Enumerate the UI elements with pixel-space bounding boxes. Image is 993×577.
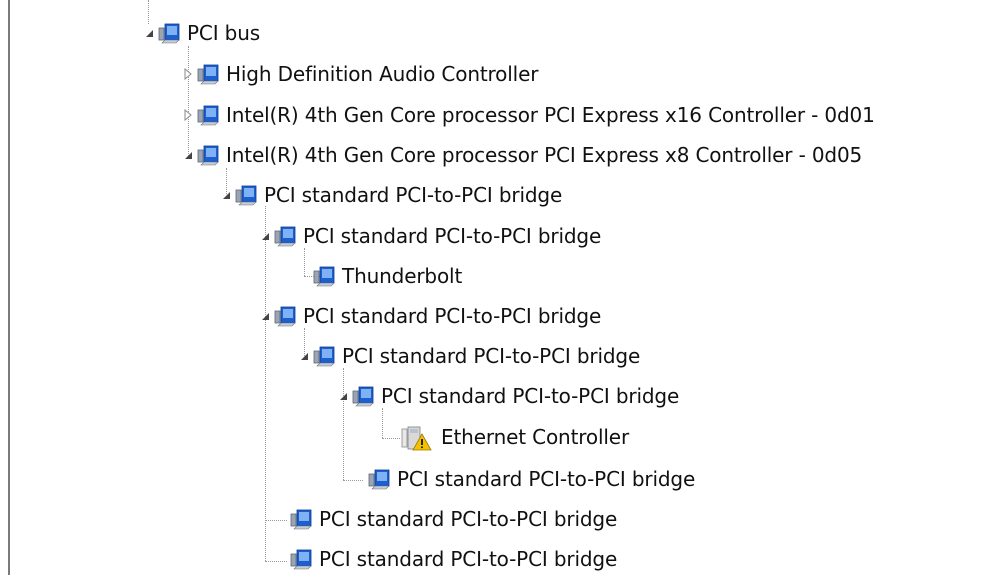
pci-device-icon: [313, 345, 335, 367]
tree-line: [265, 561, 287, 562]
collapsed-arrow-icon[interactable]: [181, 97, 195, 133]
tree-node-label: Ethernet Controller: [441, 425, 630, 449]
tree-node-label: PCI standard PCI-to-PCI bridge: [342, 344, 641, 368]
expanded-arrow-icon[interactable]: [297, 338, 311, 374]
tree-node-label: PCI standard PCI-to-PCI bridge: [303, 224, 602, 248]
tree-line: [382, 438, 400, 439]
pci-device-icon: [274, 305, 296, 327]
tree-line: [265, 520, 287, 521]
tree-node-pci-bridge[interactable]: PCI standard PCI-to-PCI bridge: [297, 338, 640, 374]
tree-node-thunderbolt[interactable]: Thunderbolt: [313, 258, 462, 294]
tree-line: [265, 206, 266, 561]
tree-node-pcie-x16-controller[interactable]: Intel(R) 4th Gen Core processor PCI Expr…: [181, 97, 875, 133]
tree-node-label: PCI standard PCI-to-PCI bridge: [319, 507, 618, 531]
tree-node-pci-bridge[interactable]: PCI standard PCI-to-PCI bridge: [290, 501, 617, 537]
pci-device-icon: [158, 22, 180, 44]
pci-device-icon: [197, 104, 219, 126]
tree-node-pci-bridge[interactable]: PCI standard PCI-to-PCI bridge: [336, 378, 679, 414]
tree-node-label: Thunderbolt: [342, 264, 463, 288]
expanded-arrow-icon[interactable]: [142, 15, 156, 51]
tree-node-label: PCI bus: [187, 21, 261, 45]
tree-node-label: Intel(R) 4th Gen Core processor PCI Expr…: [226, 143, 863, 167]
tree-node-pci-bus[interactable]: PCI bus: [142, 15, 260, 51]
expanded-arrow-icon[interactable]: [181, 137, 195, 173]
tree-node-label: Intel(R) 4th Gen Core processor PCI Expr…: [226, 103, 875, 127]
tree-node-pci-bridge[interactable]: PCI standard PCI-to-PCI bridge: [258, 298, 601, 334]
pci-device-icon: [352, 385, 374, 407]
tree-node-label: PCI standard PCI-to-PCI bridge: [303, 304, 602, 328]
tree-node-hd-audio-controller[interactable]: High Definition Audio Controller: [181, 56, 538, 92]
tree-node-pci-bridge[interactable]: PCI standard PCI-to-PCI bridge: [290, 541, 617, 577]
tree-node-label: PCI standard PCI-to-PCI bridge: [397, 467, 696, 491]
tree-node-label: PCI standard PCI-to-PCI bridge: [319, 547, 618, 571]
tree-node-ethernet-controller[interactable]: Ethernet Controller: [400, 419, 629, 455]
pci-device-icon: [290, 508, 312, 530]
expanded-arrow-icon[interactable]: [258, 298, 272, 334]
tree-line: [343, 480, 363, 481]
pci-device-icon: [368, 468, 390, 490]
pci-device-icon: [290, 548, 312, 570]
tree-node-pci-bridge[interactable]: PCI standard PCI-to-PCI bridge: [258, 218, 601, 254]
tree-node-label: High Definition Audio Controller: [226, 62, 539, 86]
tree-node-pcie-x8-controller[interactable]: Intel(R) 4th Gen Core processor PCI Expr…: [181, 137, 862, 173]
device-tree: PCI bus High Definition Audio Controller…: [0, 0, 993, 575]
tree-node-label: PCI standard PCI-to-PCI bridge: [381, 384, 680, 408]
pci-device-icon: [197, 63, 219, 85]
unknown-device-warning-icon: [400, 426, 434, 451]
pci-device-icon: [313, 265, 335, 287]
collapsed-arrow-icon[interactable]: [181, 56, 195, 92]
tree-node-pci-bridge[interactable]: PCI standard PCI-to-PCI bridge: [368, 461, 695, 497]
expanded-arrow-icon[interactable]: [219, 177, 233, 213]
tree-node-pci-bridge[interactable]: PCI standard PCI-to-PCI bridge: [219, 177, 562, 213]
pci-device-icon: [274, 225, 296, 247]
pci-device-icon: [197, 144, 219, 166]
expanded-arrow-icon[interactable]: [336, 378, 350, 414]
pci-device-icon: [235, 184, 257, 206]
expanded-arrow-icon[interactable]: [258, 218, 272, 254]
tree-node-label: PCI standard PCI-to-PCI bridge: [264, 183, 563, 207]
